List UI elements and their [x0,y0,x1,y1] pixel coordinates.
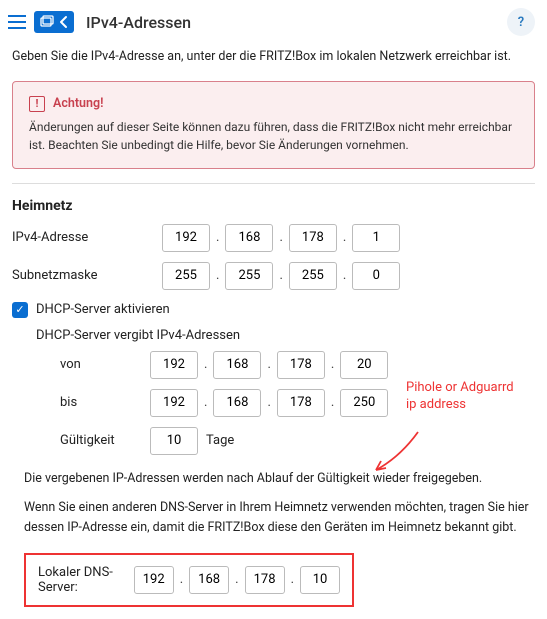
ipv4-octet-1[interactable] [162,224,210,252]
label-days: Tage [206,433,234,448]
dot: . [265,357,272,372]
label-from: von [36,357,150,372]
page-title: IPv4-Adressen [86,13,191,32]
dhcp-subhead: DHCP-Server vergibt IPv4-Adressen [36,328,535,343]
ipv4-octet-2[interactable] [225,224,273,252]
label-dhcp-enable: DHCP-Server aktivieren [36,302,170,317]
dot: . [178,572,185,587]
dns-group: . . . [134,566,340,594]
subnet-octet-4[interactable] [352,262,400,290]
from-octet-1[interactable] [150,351,198,379]
dhcp-to-group: . . . [150,389,388,417]
help-button[interactable]: ? [507,8,535,36]
dns-box: Lokaler DNS-Server: . . . [24,553,354,607]
warning-title: Achtung! [53,96,103,111]
to-octet-1[interactable] [150,389,198,417]
dot: . [341,268,348,283]
to-octet-2[interactable] [213,389,261,417]
subnet-group: . . . [162,262,400,290]
dot: . [214,230,221,245]
label-validity: Gültigkeit [36,433,150,448]
annotation-text: Pihole or Adguarrd ip address [406,380,516,414]
warning-icon: ! [29,96,45,112]
dns-octet-1[interactable] [134,566,174,594]
dot: . [329,395,336,410]
ipv4-octet-3[interactable] [289,224,337,252]
from-octet-3[interactable] [277,351,325,379]
dot: . [289,572,296,587]
dot: . [341,230,348,245]
dot: . [233,572,240,587]
dot: . [329,357,336,372]
validity-input[interactable] [150,427,198,455]
subnet-octet-3[interactable] [289,262,337,290]
label-dns: Lokaler DNS-Server: [38,565,124,595]
dot: . [277,230,284,245]
dot: . [202,395,209,410]
dot: . [202,357,209,372]
dot: . [265,395,272,410]
section-heimnetz: Heimnetz [0,196,547,224]
label-ipv4: IPv4-Adresse [12,230,162,245]
dot: . [214,268,221,283]
warning-body: Änderungen auf dieser Seite können dazu … [29,118,518,154]
subnet-octet-1[interactable] [162,262,210,290]
desc-dns: Wenn Sie einen anderen DNS-Server in Ihr… [0,498,547,547]
ipv4-address-group: . . . [162,224,400,252]
back-button[interactable] [34,11,74,33]
from-octet-2[interactable] [213,351,261,379]
ipv4-octet-4[interactable] [352,224,400,252]
dns-octet-4[interactable] [300,566,340,594]
dns-octet-2[interactable] [189,566,229,594]
dns-octet-3[interactable] [245,566,285,594]
dot: . [277,268,284,283]
desc-release: Die vergebenen IP-Adressen werden nach A… [0,465,547,498]
subnet-octet-2[interactable] [225,262,273,290]
to-octet-4[interactable] [340,389,388,417]
intro-text: Geben Sie die IPv4-Adresse an, unter der… [0,44,547,81]
hamburger-menu-icon[interactable] [6,11,28,33]
to-octet-3[interactable] [277,389,325,417]
warning-box: ! Achtung! Änderungen auf dieser Seite k… [12,81,535,169]
dhcp-from-group: . . . [150,351,388,379]
divider [12,183,535,184]
from-octet-4[interactable] [340,351,388,379]
label-subnet: Subnetzmaske [12,268,162,283]
label-to: bis [36,395,150,410]
dhcp-enable-checkbox[interactable]: ✓ [12,302,28,318]
